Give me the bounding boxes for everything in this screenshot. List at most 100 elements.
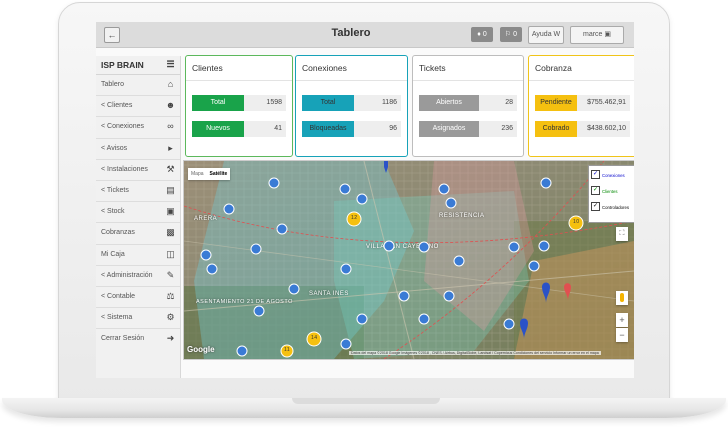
cluster-marker[interactable]: [288, 283, 300, 295]
money-icon: ▩: [166, 227, 175, 238]
google-logo: Google: [187, 345, 215, 354]
cluster-marker[interactable]: [339, 183, 351, 195]
sidebar-item-clientes[interactable]: < Clientes ☻: [96, 96, 180, 118]
cluster-marker[interactable]: [268, 177, 280, 189]
checkbox[interactable]: ✓: [591, 202, 600, 212]
sidebar-item-cobranzas[interactable]: Cobranzas ▩: [96, 223, 180, 245]
sidebar-item-administracion[interactable]: < Administración ✎: [96, 266, 180, 287]
wrench-icon: ⚒: [166, 163, 175, 174]
sidebar-item-tickets[interactable]: < Tickets ▤: [96, 181, 180, 203]
cluster-marker[interactable]: [206, 263, 218, 275]
satellite-type-option[interactable]: Satélite: [207, 171, 231, 177]
cluster-marker[interactable]: [200, 249, 212, 261]
sidebar-item-avisos[interactable]: < Avisos ▸: [96, 139, 180, 160]
cluster-marker[interactable]: [445, 197, 457, 209]
conexiones-bloqueadas-row[interactable]: Bloqueadas 96: [302, 121, 401, 137]
pin-marker[interactable]: [384, 161, 388, 173]
cluster-marker[interactable]: [356, 193, 368, 205]
bullhorn-icon: ▸: [168, 142, 173, 153]
tickets-card: Tickets Abiertos 28 Asignados 236: [412, 55, 524, 157]
cluster-marker[interactable]: [356, 313, 368, 325]
sidebar-item-stock[interactable]: < Stock ▣: [96, 202, 180, 224]
cluster-marker[interactable]: [340, 263, 352, 275]
cluster-marker[interactable]: [528, 260, 540, 272]
pin-marker[interactable]: [520, 318, 528, 340]
pegman-icon: [620, 293, 624, 302]
legend-controladores[interactable]: ✓ Controladores: [591, 202, 629, 214]
pegman-button[interactable]: [616, 291, 628, 305]
tickets-title: Tickets: [419, 63, 446, 73]
cluster-marker[interactable]: [453, 255, 465, 267]
brand-label: ISP BRAIN: [101, 60, 144, 70]
stat-label: Cobrado: [535, 121, 577, 137]
home-icon: ⌂: [167, 79, 174, 89]
menu-toggle-icon[interactable]: ☰: [165, 59, 176, 70]
cluster-marker[interactable]: [443, 290, 455, 302]
stat-label: Total: [302, 95, 354, 111]
notifications-button[interactable]: ⚐ 0: [500, 27, 522, 42]
cobranza-pendiente-row[interactable]: Pendiente $755.462,91: [535, 95, 630, 111]
cluster-marker[interactable]: [508, 241, 520, 253]
cluster-marker[interactable]: [540, 177, 552, 189]
sidebar-item-instalaciones[interactable]: < Instalaciones ⚒: [96, 160, 180, 181]
cluster-marker[interactable]: [538, 240, 550, 252]
laptop-notch: [292, 398, 440, 404]
card-divider: [296, 80, 407, 81]
user-button[interactable]: marce ▣: [570, 26, 624, 44]
cluster-marker[interactable]: [253, 305, 265, 317]
map-type-option[interactable]: Mapa: [188, 171, 207, 177]
cluster-marker[interactable]: [383, 240, 395, 252]
pin-marker[interactable]: [542, 282, 550, 304]
cluster-marker[interactable]: [236, 345, 248, 357]
tickets-asignados-row[interactable]: Asignados 236: [419, 121, 517, 137]
stat-value: $438.602,10: [587, 125, 626, 132]
cluster-marker[interactable]: [276, 223, 288, 235]
legend-label: Clientes: [602, 189, 618, 194]
sidebar-item-label: < Conexiones: [101, 123, 145, 131]
clientes-title: Clientes: [192, 63, 223, 73]
inbox-icon: ◫: [166, 248, 175, 259]
sidebar-item-label: < Stock: [101, 208, 125, 216]
cluster-marker[interactable]: [503, 318, 515, 330]
tickets-abiertos-row[interactable]: Abiertos 28: [419, 95, 517, 111]
sidebar-item-cerrar-sesion[interactable]: Cerrar Sesión ➜: [96, 329, 180, 349]
checkbox[interactable]: ✓: [591, 170, 600, 180]
stat-value: 1186: [381, 99, 397, 106]
stat-label: Total: [192, 95, 244, 111]
brand: ISP BRAIN ☰: [96, 56, 180, 75]
conexiones-total-row[interactable]: Total 1186: [302, 95, 401, 111]
clientes-total-row[interactable]: Total 1598: [192, 95, 286, 111]
cluster-marker[interactable]: [223, 203, 235, 215]
sidebar-item-contable[interactable]: < Contable ⚖: [96, 287, 180, 309]
sidebar-item-sistema[interactable]: < Sistema ⚙: [96, 308, 180, 330]
cluster-marker[interactable]: [398, 290, 410, 302]
cluster-marker[interactable]: [340, 338, 352, 350]
sidebar-item-conexiones[interactable]: < Conexiones ∞: [96, 117, 180, 139]
help-button[interactable]: Ayuda W: [528, 26, 564, 44]
map-type-toggle: Mapa Satélite: [188, 168, 231, 180]
cluster-marker[interactable]: [418, 313, 430, 325]
cluster-marker[interactable]: [418, 241, 430, 253]
conexiones-title: Conexiones: [302, 63, 347, 73]
zoom-in-button[interactable]: +: [616, 313, 628, 327]
sidebar-item-tablero[interactable]: Tablero ⌂: [96, 75, 180, 97]
fullscreen-button[interactable]: ⛶: [616, 227, 628, 241]
pin-marker[interactable]: [564, 283, 571, 301]
legend-conexiones[interactable]: ✓ Conexiones: [591, 170, 625, 182]
clientes-card: Clientes Total 1598 Nuevos 41: [185, 55, 293, 157]
map-view[interactable]: ARERA RESISTENCIA VILLA SAN CAYETANO SAN…: [183, 160, 634, 360]
legend-clientes[interactable]: ✓ Clientes: [591, 186, 618, 198]
zoom-out-button[interactable]: −: [616, 328, 628, 342]
card-divider: [186, 80, 292, 81]
back-button[interactable]: ←: [104, 27, 120, 43]
sidebar-item-label: < Avisos: [101, 144, 128, 152]
clientes-nuevos-row[interactable]: Nuevos 41: [192, 121, 286, 137]
checkbox[interactable]: ✓: [591, 186, 600, 196]
sidebar-item-mi-caja[interactable]: Mi Caja ◫: [96, 245, 180, 266]
cluster-marker[interactable]: [438, 183, 450, 195]
alerts-button[interactable]: ♦ 0: [471, 27, 493, 42]
cluster-marker[interactable]: [250, 243, 262, 255]
cobranza-cobrado-row[interactable]: Cobrado $438.602,10: [535, 121, 630, 137]
stat-value: $755.462,91: [587, 99, 626, 106]
conexiones-card: Conexiones Total 1186 Bloqueadas 96: [295, 55, 408, 157]
